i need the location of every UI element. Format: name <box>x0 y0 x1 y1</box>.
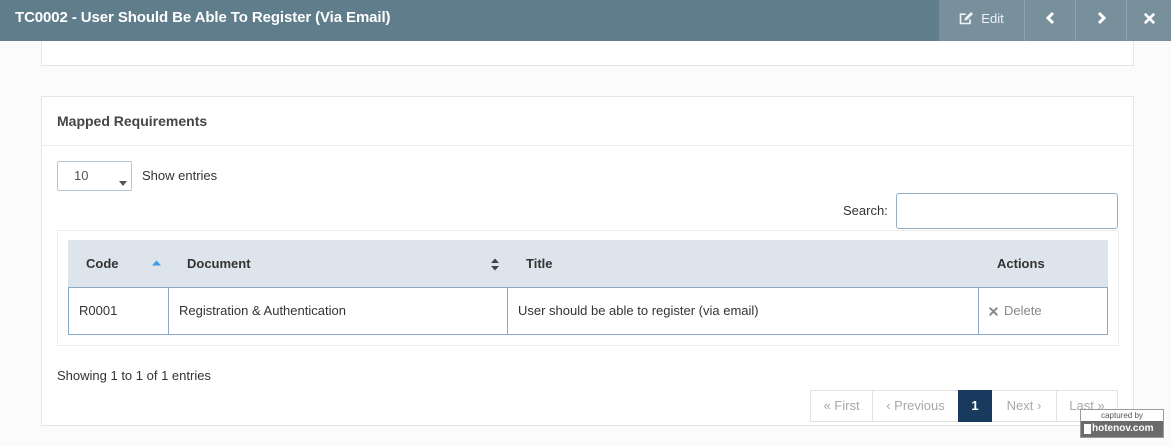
show-entries-label: Show entries <box>142 168 218 183</box>
card-title: Mapped Requirements <box>57 113 208 129</box>
table-info: Showing 1 to 1 of 1 entries <box>57 368 211 383</box>
sort-asc-icon <box>152 260 161 266</box>
column-header-actions: Actions <box>978 240 1108 287</box>
table-header-row: Code Document Title Actions <box>68 240 1108 287</box>
edit-button[interactable]: Edit <box>939 0 1024 41</box>
pagination: « First ‹ Previous 1 Next › Last » <box>810 390 1118 422</box>
entries-per-page-select[interactable]: 10 <box>57 161 132 191</box>
cell-actions: Delete <box>978 288 1107 334</box>
table-row[interactable]: R0001 Registration & Authentication User… <box>68 287 1108 335</box>
pagination-previous[interactable]: ‹ Previous <box>872 390 959 422</box>
cell-code: R0001 <box>79 303 118 318</box>
cell-title: User should be able to register (via ema… <box>507 288 978 334</box>
column-header-label: Document <box>187 256 251 271</box>
top-bar: TC0002 - User Should Be Able To Register… <box>0 0 1171 41</box>
search-input[interactable] <box>896 193 1118 229</box>
pagination-page-current[interactable]: 1 <box>958 390 992 422</box>
times-icon <box>989 306 998 316</box>
page-title: TC0002 - User Should Be Able To Register… <box>15 9 391 26</box>
pagination-next[interactable]: Next › <box>991 390 1057 422</box>
column-header-label: Actions <box>997 256 1045 271</box>
edit-icon <box>959 11 974 25</box>
chevron-right-icon <box>1096 11 1107 25</box>
requirements-table-wrapper: Code Document Title Actions R0001 Regist… <box>57 230 1119 346</box>
cell-document: Registration & Authentication <box>168 288 507 334</box>
column-header-label: Title <box>526 256 553 271</box>
caret-down-icon <box>119 174 127 189</box>
watermark-text: hotenov.com <box>1092 423 1154 434</box>
sort-both-icon <box>491 258 499 271</box>
watermark-brand: hotenov.com <box>1081 421 1163 437</box>
top-bar-actions: Edit <box>939 0 1171 41</box>
previous-record-button[interactable] <box>1024 0 1075 41</box>
column-header-code[interactable]: Code <box>68 240 168 287</box>
capture-watermark: captured by hotenov.com <box>1080 409 1164 438</box>
mapped-requirements-card: Mapped Requirements 10 Show entries Sear… <box>41 96 1134 426</box>
card-divider <box>42 145 1133 146</box>
edit-button-label: Edit <box>981 10 1004 26</box>
requirements-table: Code Document Title Actions R0001 Regist… <box>68 240 1108 335</box>
chevron-left-icon <box>1045 11 1056 25</box>
delete-label: Delete <box>1004 303 1042 318</box>
search-label: Search: <box>843 203 888 218</box>
pagination-first[interactable]: « First <box>810 390 873 422</box>
delete-button[interactable]: Delete <box>989 288 1042 334</box>
close-button[interactable] <box>1126 0 1171 41</box>
column-header-title[interactable]: Title <box>507 240 978 287</box>
next-record-button[interactable] <box>1075 0 1126 41</box>
close-icon <box>1143 12 1155 24</box>
column-header-label: Code <box>86 256 119 271</box>
column-header-document[interactable]: Document <box>168 240 507 287</box>
watermark-caption: captured by <box>1101 411 1143 420</box>
entries-per-page-value: 10 <box>74 168 89 183</box>
watermark-logo-icon <box>1084 424 1091 434</box>
